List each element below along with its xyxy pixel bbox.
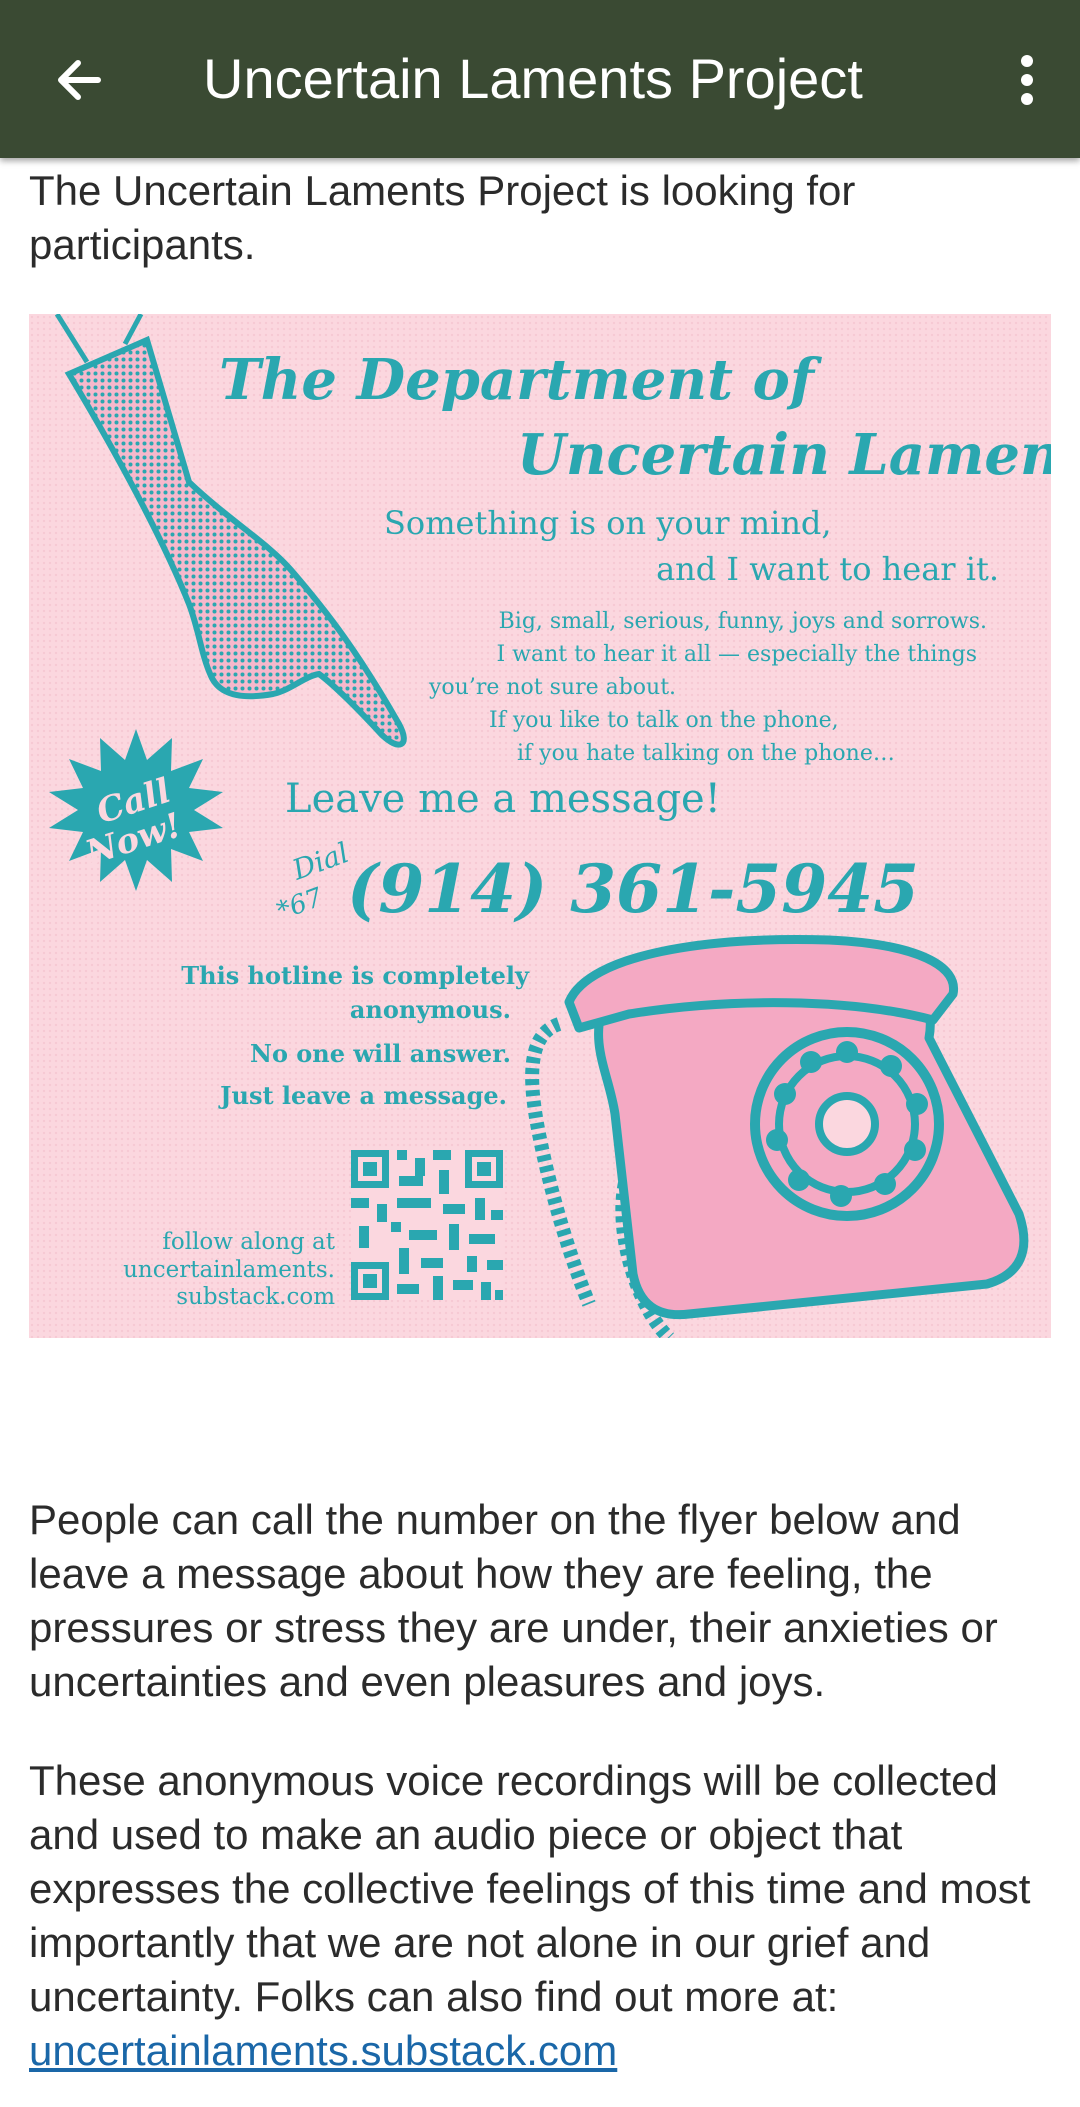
flyer-body-1: Big, small, serious, funny, joys and sor… [499, 609, 987, 634]
intro-text: The Uncertain Laments Project is looking… [29, 167, 856, 268]
flyer-image[interactable]: The Department of Uncertain Laments Some… [29, 314, 1051, 1338]
qr-code [351, 1150, 503, 1300]
leave-message-text: Leave me a message! [285, 776, 721, 822]
app-bar: Uncertain Laments Project [0, 0, 1080, 158]
flyer-note-3: No one will answer. [250, 1039, 511, 1068]
flyer-subtitle-2: and I want to hear it. [656, 550, 999, 588]
more-options-button[interactable] [992, 45, 1062, 115]
substack-link[interactable]: uncertainlaments.substack.com [29, 2027, 617, 2074]
follow-text-1: follow along at [162, 1229, 335, 1255]
flyer-note-1: This hotline is completely [181, 961, 530, 990]
flyer-note-2: anonymous. [350, 995, 511, 1024]
flyer-note-4: Just leave a message. [218, 1081, 507, 1110]
more-vert-icon [1021, 55, 1033, 105]
flyer-title-1: The Department of [219, 347, 823, 413]
follow-text-2: uncertainlaments. [123, 1257, 335, 1283]
description-paragraph-1: People can call the number on the flyer … [29, 1496, 998, 1705]
flyer-body-5: if you hate talking on the phone… [517, 741, 895, 766]
phone-number: (914) 361-5945 [347, 850, 919, 928]
flyer-subtitle-1: Something is on your mind, [384, 504, 832, 542]
back-button[interactable] [44, 45, 114, 115]
description-paragraph-2: These anonymous voice recordings will be… [29, 1754, 1059, 2078]
flyer-body-3: you’re not sure about. [428, 675, 676, 700]
flyer-title-2: Uncertain Laments [517, 422, 1051, 488]
page-title: Uncertain Laments Project [203, 47, 863, 110]
flyer-body-4: If you like to talk on the phone, [489, 708, 839, 733]
follow-text-3: substack.com [176, 1284, 335, 1310]
arrow-left-icon [58, 60, 101, 100]
flyer-body-2: I want to hear it all — especially the t… [496, 642, 977, 667]
description-paragraph-2-text: These anonymous voice recordings will be… [29, 1757, 1031, 2020]
